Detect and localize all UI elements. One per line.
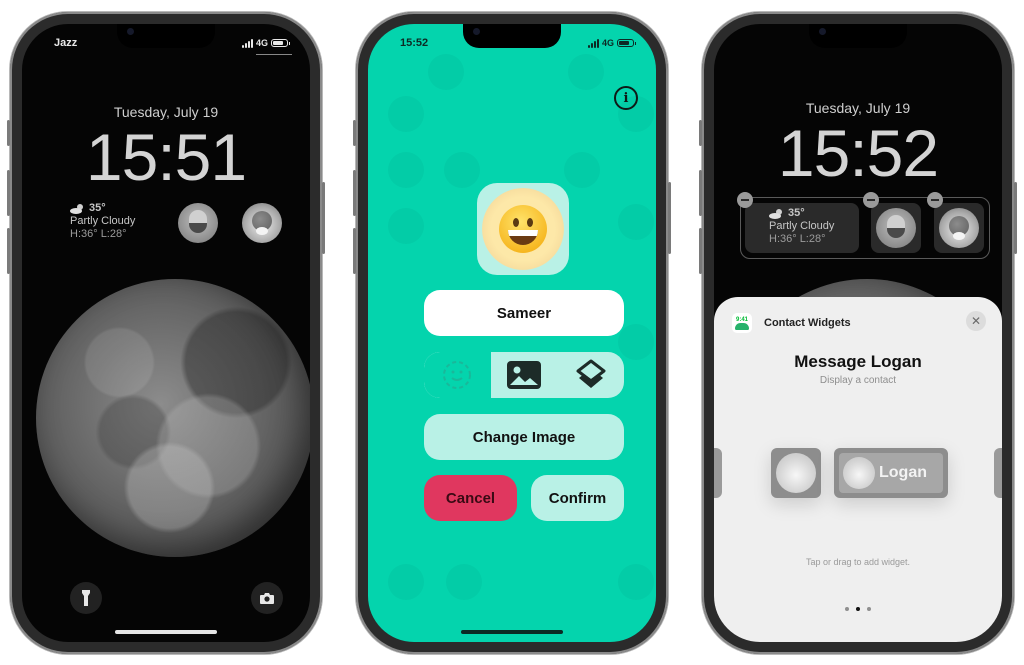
grinning-face-emoji	[499, 205, 547, 253]
emoji-picker-icon	[443, 361, 472, 389]
signal-icon	[587, 38, 599, 48]
page-indicator[interactable]	[714, 607, 1002, 611]
power-button	[322, 182, 325, 254]
close-icon: ✕	[970, 314, 982, 328]
volume-down-button	[7, 228, 10, 274]
app-name: Contact Widgets	[764, 317, 851, 329]
flower-avatar	[939, 208, 979, 248]
change-image-button[interactable]: Change Image	[424, 414, 624, 460]
memoji-avatar	[876, 208, 916, 248]
previous-widget-preview[interactable]	[714, 448, 722, 498]
lock-screen: Jazz 4G Tuesday, July 19 15:51 35° Partl…	[22, 24, 310, 642]
cancel-label: Cancel	[445, 489, 496, 507]
moon-wallpaper	[36, 279, 310, 557]
weather-temp: 35°	[89, 202, 106, 214]
contact-widget-flower[interactable]	[242, 203, 282, 243]
widget-subtitle: Display a contact	[819, 375, 897, 386]
segment-layers[interactable]	[557, 352, 624, 398]
contact-name-value: Sameer	[496, 304, 552, 322]
contact-widget-slot[interactable]	[934, 203, 984, 253]
photo-icon	[507, 361, 541, 389]
phone-contact-editor: 15:52 4G i Sameer Change Image Cancel Co…	[353, 12, 671, 654]
home-indicator[interactable]	[115, 630, 217, 634]
confirm-button[interactable]: Confirm	[531, 475, 624, 521]
weather-condition: Partly Cloudy	[70, 215, 136, 227]
app-icon-time: 9:41	[735, 316, 748, 323]
network-label: 4G	[255, 38, 268, 48]
flower-avatar	[843, 457, 875, 489]
remove-widget-icon[interactable]	[863, 192, 879, 208]
segment-photo[interactable]	[491, 352, 558, 398]
info-icon: i	[623, 90, 629, 106]
widget-edit-row: 35° Partly Cloudy H:36° L:28°	[737, 192, 990, 259]
home-indicator[interactable]	[461, 630, 563, 634]
network-label: 4G	[601, 38, 614, 48]
change-image-label: Change Image	[472, 428, 576, 446]
background-person-pattern	[428, 54, 464, 90]
info-button[interactable]: i	[614, 86, 638, 110]
weather-condition: Partly Cloudy	[769, 220, 835, 232]
lock-date: Tuesday, July 19	[113, 104, 219, 120]
flashlight-button[interactable]	[70, 582, 102, 614]
weather-temp: 35°	[788, 207, 805, 219]
widget-title: Message Logan	[794, 352, 922, 371]
control-center-indicator[interactable]	[256, 54, 292, 55]
weather-widget-slot[interactable]: 35° Partly Cloudy H:36° L:28°	[745, 203, 859, 253]
remove-widget-icon[interactable]	[927, 192, 943, 208]
layers-icon	[576, 359, 606, 388]
signal-icon	[241, 38, 253, 48]
widget-preview-small[interactable]	[771, 448, 821, 498]
contact-image-preview[interactable]	[477, 183, 569, 275]
battery-icon	[617, 39, 636, 47]
battery-icon	[271, 39, 290, 47]
page-dot[interactable]	[845, 607, 849, 611]
contact-widget-memoji[interactable]	[178, 203, 218, 243]
partly-cloudy-icon	[70, 204, 83, 214]
next-widget-preview[interactable]	[994, 448, 1002, 498]
page-dot-active[interactable]	[856, 607, 860, 611]
remove-widget-icon[interactable]	[737, 192, 753, 208]
contact-name-field[interactable]: Sameer	[424, 290, 624, 336]
image-source-segmented-control[interactable]	[424, 352, 624, 398]
segment-emoji[interactable]	[424, 352, 491, 398]
page-dot[interactable]	[867, 607, 871, 611]
weather-hilo: H:36° L:28°	[769, 233, 826, 245]
widget-picker-screen: Tuesday, July 19 15:52 35° Partly Cloudy…	[714, 24, 1002, 642]
camera-icon	[260, 592, 274, 604]
cancel-button[interactable]: Cancel	[424, 475, 517, 521]
status-time: 15:52	[400, 37, 429, 49]
lock-time: 15:51	[85, 120, 247, 194]
confirm-label: Confirm	[548, 489, 607, 507]
flashlight-icon	[82, 590, 90, 606]
widget-preview-wide[interactable]: Logan	[834, 448, 948, 498]
weather-hilo: H:36° L:28°	[70, 228, 127, 240]
contact-editor-screen: 15:52 4G i Sameer Change Image Cancel Co…	[368, 24, 656, 642]
flower-avatar	[776, 453, 816, 493]
app-icon: 9:41	[732, 313, 752, 333]
lock-time: 15:52	[777, 116, 939, 190]
notch	[117, 24, 215, 48]
contact-widget-slot[interactable]	[871, 203, 921, 253]
carrier-label: Jazz	[54, 37, 78, 49]
side-button	[7, 120, 10, 146]
status-icons: 4G	[241, 38, 290, 48]
phone-lock-screen: Jazz 4G Tuesday, July 19 15:51 35° Partl…	[7, 12, 325, 654]
weather-widget: 35° Partly Cloudy H:36° L:28°	[769, 207, 834, 246]
camera-button[interactable]	[251, 582, 283, 614]
phone-widget-picker: Tuesday, July 19 15:52 35° Partly Cloudy…	[699, 12, 1017, 654]
weather-widget[interactable]: 35° Partly Cloudy H:36° L:28°	[70, 202, 135, 241]
close-button[interactable]: ✕	[966, 311, 986, 331]
widget-gallery-sheet: 9:41 Contact Widgets ✕ Message Logan Dis…	[714, 297, 1002, 642]
widget-preview-label: Logan	[879, 464, 927, 481]
front-camera	[127, 28, 134, 35]
volume-up-button	[7, 170, 10, 216]
lock-date: Tuesday, July 19	[805, 100, 911, 116]
partly-cloudy-icon	[769, 209, 782, 219]
add-widget-hint: Tap or drag to add widget.	[805, 557, 911, 567]
people-icon	[735, 322, 749, 330]
